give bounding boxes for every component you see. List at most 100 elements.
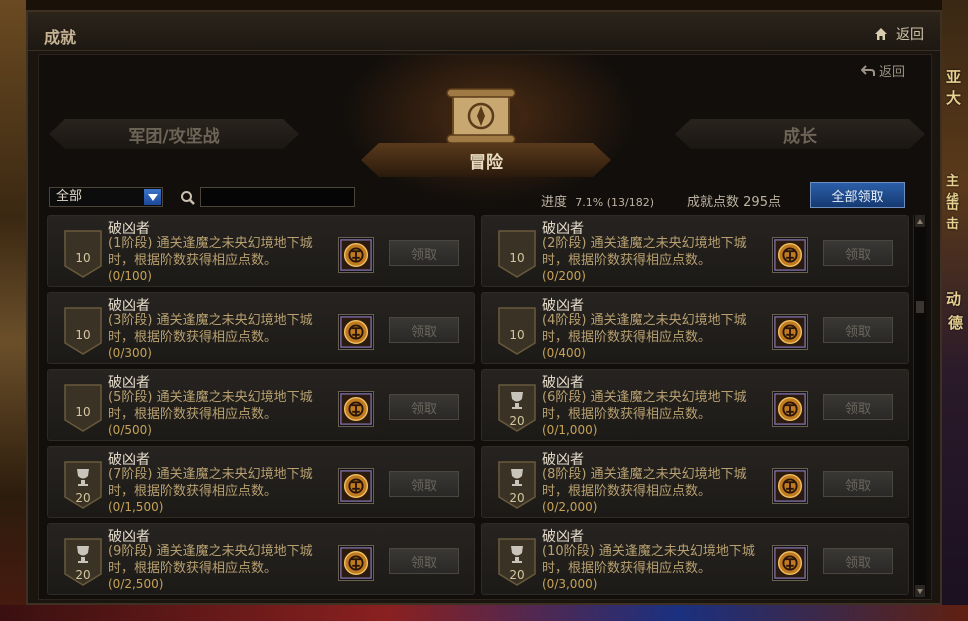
points-label: 成就点数 — [687, 195, 740, 210]
achievement-description: (8阶段) 通关逢魔之未央幻境地下城时，根据阶数获得相应点数。 — [542, 466, 756, 500]
category-selected: 全部 — [56, 189, 83, 204]
achievement-card: 20 破凶者 (7阶段) 通关逢魔之未央幻境地下城时，根据阶数获得相应点数。 (… — [47, 446, 475, 518]
window-title: 成就 — [44, 28, 77, 47]
claim-button[interactable]: 领取 — [389, 240, 459, 266]
achievement-stage: (7阶段) — [108, 467, 153, 482]
achievement-window: 成就 返回 返回 军团/攻坚战 成长 冒险 全部 进度 7.1% (13/182… — [26, 10, 942, 605]
reward-emblem-icon[interactable] — [772, 237, 808, 273]
achievement-card: 10 破凶者 (5阶段) 通关逢魔之未央幻境地下城时，根据阶数获得相应点数。 (… — [47, 369, 475, 441]
background-text: 德 — [948, 314, 964, 332]
tab-legion-siege[interactable]: 军团/攻坚战 — [49, 119, 299, 149]
claim-button[interactable]: 领取 — [823, 240, 893, 266]
search-icon — [181, 191, 195, 205]
scroll-up-icon[interactable] — [915, 215, 925, 227]
achievement-card: 20 破凶者 (10阶段) 通关逢魔之未央幻境地下城时，根据阶数获得相应点数。 … — [481, 523, 909, 595]
reward-emblem-icon[interactable] — [338, 314, 374, 350]
top-strip — [26, 0, 942, 10]
achievement-stage: (10阶段) — [542, 544, 595, 559]
achievement-stage: (5阶段) — [108, 390, 153, 405]
back-button[interactable]: 返回 — [860, 61, 905, 80]
achievement-description: (9阶段) 通关逢魔之未央幻境地下城时，根据阶数获得相应点数。 — [108, 543, 322, 577]
progress-readout: 进度 7.1% (13/182) — [541, 191, 654, 210]
claim-button[interactable]: 领取 — [389, 317, 459, 343]
claim-button[interactable]: 领取 — [389, 471, 459, 497]
game-hud-strip — [0, 605, 968, 621]
claim-button[interactable]: 领取 — [823, 471, 893, 497]
achievement-panel: 返回 军团/攻坚战 成长 冒险 全部 进度 7.1% (13/182) 成就点数… — [38, 54, 932, 600]
achievement-card: 20 破凶者 (6阶段) 通关逢魔之未央幻境地下城时，根据阶数获得相应点数。 (… — [481, 369, 909, 441]
reward-emblem-icon[interactable] — [772, 391, 808, 427]
claim-button[interactable]: 领取 — [823, 317, 893, 343]
claim-button[interactable]: 领取 — [389, 548, 459, 574]
achievement-description: (10阶段) 通关逢魔之未央幻境地下城时，根据阶数获得相应点数。 — [542, 543, 756, 577]
achievement-progress: (0/500) — [108, 423, 152, 437]
achievement-progress: (0/2,000) — [542, 500, 598, 514]
background-text: 动 — [946, 290, 962, 308]
claim-button[interactable]: 领取 — [823, 394, 893, 420]
claim-all-button[interactable]: 全部领取 — [810, 182, 905, 208]
reward-emblem-icon[interactable] — [338, 468, 374, 504]
achievement-progress: (0/2,500) — [108, 577, 164, 591]
achievement-description: (1阶段) 通关逢魔之未央幻境地下城时，根据阶数获得相应点数。 — [108, 235, 322, 269]
reward-emblem-icon[interactable] — [338, 545, 374, 581]
achievement-progress: (0/3,000) — [542, 577, 598, 591]
home-return-label: 返回 — [896, 27, 924, 43]
background-text: 亚大 — [946, 68, 962, 107]
back-label: 返回 — [878, 65, 905, 80]
achievement-stage: (8阶段) — [542, 467, 587, 482]
badge-points: 20 — [509, 568, 525, 582]
search-input[interactable] — [200, 187, 355, 207]
achievement-progress: (0/1,500) — [108, 500, 164, 514]
achievement-card: 10 破凶者 (3阶段) 通关逢魔之未央幻境地下城时，根据阶数获得相应点数。 (… — [47, 292, 475, 364]
badge-points: 10 — [75, 328, 91, 342]
badge-points: 10 — [75, 405, 91, 419]
achievement-description: (3阶段) 通关逢魔之未央幻境地下城时，根据阶数获得相应点数。 — [108, 312, 322, 346]
achievement-stage: (1阶段) — [108, 236, 153, 251]
badge-points: 20 — [75, 568, 91, 582]
achievement-progress: (0/100) — [108, 269, 152, 283]
claim-button[interactable]: 领取 — [823, 548, 893, 574]
game-background-left — [0, 0, 26, 621]
achievement-card: 10 破凶者 (4阶段) 通关逢魔之未央幻境地下城时，根据阶数获得相应点数。 (… — [481, 292, 909, 364]
home-return-button[interactable]: 返回 — [874, 24, 924, 44]
reward-emblem-icon[interactable] — [772, 468, 808, 504]
scroll-compass-icon — [441, 88, 521, 147]
claim-button[interactable]: 领取 — [389, 394, 459, 420]
reward-emblem-icon[interactable] — [772, 545, 808, 581]
background-text: 击击 — [946, 198, 960, 232]
window-header: 成就 返回 — [28, 12, 940, 51]
badge-points: 20 — [509, 414, 525, 428]
achievement-stage: (3阶段) — [108, 313, 153, 328]
home-icon — [875, 28, 887, 40]
scroll-down-icon[interactable] — [915, 585, 925, 597]
badge-points: 10 — [509, 251, 525, 265]
reward-emblem-icon[interactable] — [772, 314, 808, 350]
reward-emblem-icon[interactable] — [338, 391, 374, 427]
achievement-stage: (6阶段) — [542, 390, 587, 405]
achievement-description: (7阶段) 通关逢魔之未央幻境地下城时，根据阶数获得相应点数。 — [108, 466, 322, 500]
achievement-stage: (9阶段) — [108, 544, 153, 559]
category-dropdown[interactable]: 全部 — [49, 187, 163, 207]
progress-label: 进度 — [541, 195, 568, 210]
badge-points: 20 — [509, 491, 525, 505]
achievement-stage: (4阶段) — [542, 313, 587, 328]
list-scrollbar[interactable] — [913, 215, 926, 597]
achievement-card: 10 破凶者 (1阶段) 通关逢魔之未央幻境地下城时，根据阶数获得相应点数。 (… — [47, 215, 475, 287]
progress-value: 7.1% (13/182) — [575, 196, 655, 209]
achievement-progress: (0/300) — [108, 346, 152, 360]
achievement-description: (2阶段) 通关逢魔之未央幻境地下城时，根据阶数获得相应点数。 — [542, 235, 756, 269]
scrollbar-thumb[interactable] — [916, 301, 924, 313]
chevron-down-icon[interactable] — [144, 189, 161, 205]
achievement-stage: (2阶段) — [542, 236, 587, 251]
achievement-progress: (0/200) — [542, 269, 586, 283]
points-value: 295点 — [743, 195, 781, 210]
achievement-progress: (0/1,000) — [542, 423, 598, 437]
tab-growth[interactable]: 成长 — [675, 119, 925, 149]
achievement-description: (5阶段) 通关逢魔之未央幻境地下城时，根据阶数获得相应点数。 — [108, 389, 322, 423]
tab-adventure[interactable]: 冒险 — [361, 143, 611, 177]
achievement-card: 10 破凶者 (2阶段) 通关逢魔之未央幻境地下城时，根据阶数获得相应点数。 (… — [481, 215, 909, 287]
achievement-list: 10 破凶者 (1阶段) 通关逢魔之未央幻境地下城时，根据阶数获得相应点数。 (… — [47, 215, 911, 595]
reward-emblem-icon[interactable] — [338, 237, 374, 273]
achievement-progress: (0/400) — [542, 346, 586, 360]
return-arrow-icon — [860, 64, 875, 76]
